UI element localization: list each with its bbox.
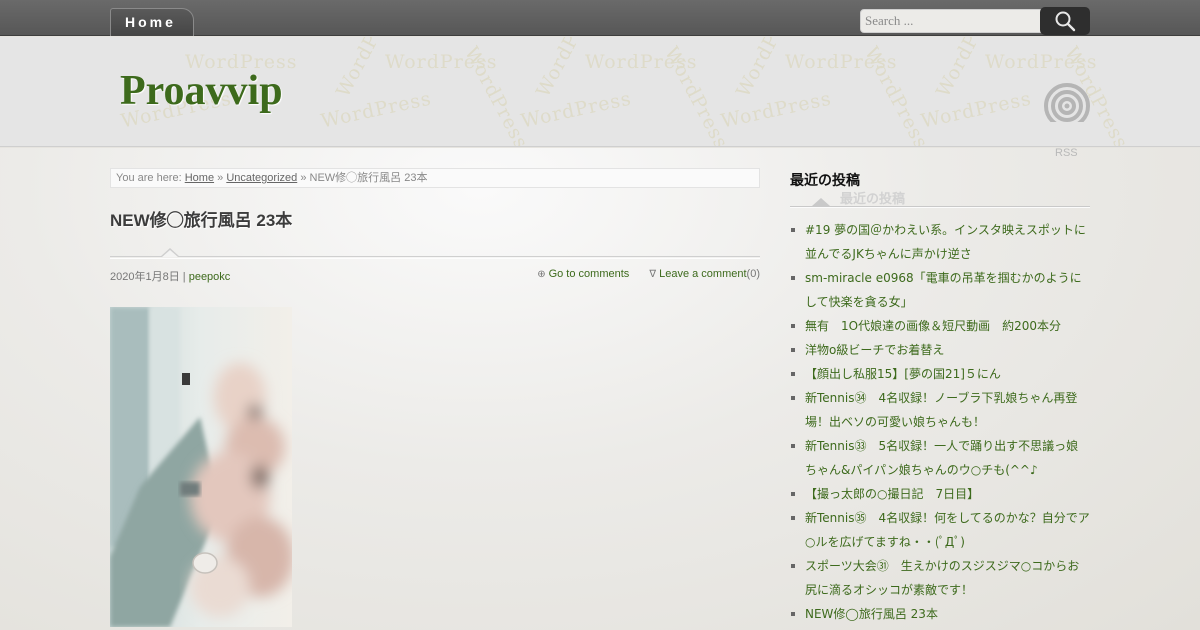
breadcrumb-current: NEW修◯旅行風呂 23本 xyxy=(309,172,428,184)
title-divider xyxy=(110,256,760,259)
recent-post-link[interactable]: 【顔出し私服15】[夢の国21]５にん xyxy=(790,362,1090,386)
rss-label[interactable]: RSS xyxy=(1055,147,1078,159)
watermark-text: WordPress xyxy=(518,87,634,133)
site-header: WordPress WordPress WordPress WordPress … xyxy=(0,37,1200,147)
search-input[interactable] xyxy=(860,9,1050,33)
breadcrumb-category-link[interactable]: Uncategorized xyxy=(226,172,297,184)
comment-count: (0) xyxy=(746,268,760,280)
search-button[interactable] xyxy=(1040,7,1090,35)
comments-arrow-icon: ⊕ xyxy=(537,269,546,280)
recent-post-link[interactable]: 新Tennis㉝ 5名収録！一人で踊り出す不思議っ娘ちゃん&パイパン娘ちゃんのウ… xyxy=(790,434,1090,482)
post-date: 2020年1月8日 xyxy=(110,271,180,283)
breadcrumb-prefix: You are here: xyxy=(116,172,182,184)
recent-post-link[interactable]: 新Tennis㉟ 4名収録！何をしてるのかな？自分でア○ルを広げてますね・・(ﾟ… xyxy=(790,506,1090,554)
top-nav-bar: Home xyxy=(0,0,1200,36)
recent-post-link[interactable]: 【撮っ太郎の○撮日記 7日目】 xyxy=(790,482,1090,506)
rss-icon[interactable] xyxy=(1040,82,1094,122)
breadcrumb: You are here: Home » Uncategorized » NEW… xyxy=(110,168,760,188)
post-title: NEW修◯旅行風呂 23本 xyxy=(110,211,293,230)
recent-post-link[interactable]: 洋物o級ビーチでお着替え xyxy=(790,338,1090,362)
breadcrumb-separator: » xyxy=(217,172,224,184)
post-meta: 2020年1月8日 | peepokc xyxy=(110,268,230,284)
recent-posts-list: #19 夢の国＠かわえい系。インスタ映えスポットに並んでるJKちゃんに声かけ逆さ… xyxy=(790,218,1090,626)
site-title[interactable]: Proavvip xyxy=(120,67,283,115)
sidebar-heading: 最近の投稿 xyxy=(790,173,860,189)
watermark-text: WordPress xyxy=(318,87,434,133)
leave-comment-icon: ∇ xyxy=(649,269,657,280)
leave-comment-link[interactable]: Leave a comment xyxy=(659,268,746,280)
search-icon xyxy=(1055,11,1076,32)
recent-post-link[interactable]: 新Tennis㉞ 4名収録！ノーブラ下乳娘ちゃん再登場！出ベソの可愛い娘ちゃんも… xyxy=(790,386,1090,434)
sidebar-divider xyxy=(790,206,1090,208)
sidebar-divider-notch xyxy=(812,198,830,206)
recent-post-link[interactable]: スポーツ大会㉛ 生えかけのスジスジマ○コからお尻に滴るオシッコが素敵です！ xyxy=(790,554,1090,602)
watermark-text: WordPress xyxy=(918,87,1034,133)
nav-home-tab[interactable]: Home xyxy=(110,8,194,36)
goto-comments-link[interactable]: Go to comments xyxy=(549,268,630,280)
post-thumbnail-image[interactable] xyxy=(110,307,292,627)
sidebar-heading-shadow: 最近の投稿 xyxy=(840,192,906,207)
post-author-link[interactable]: peepokc xyxy=(189,271,231,283)
recent-post-link[interactable]: sm-miracle e0968「電車の吊革を掴むかのようにして快楽を貪る女」 xyxy=(790,266,1090,314)
meta-separator: | xyxy=(182,271,186,283)
breadcrumb-home-link[interactable]: Home xyxy=(185,172,214,184)
recent-post-link[interactable]: 無有 1O代娘達の画像＆短尺動画 約200本分 xyxy=(790,314,1090,338)
post-comment-links: ⊕ Go to comments ∇ Leave a comment(0) xyxy=(537,268,760,280)
breadcrumb-separator: » xyxy=(300,172,307,184)
recent-post-link[interactable]: #19 夢の国＠かわえい系。インスタ映えスポットに並んでるJKちゃんに声かけ逆さ xyxy=(790,218,1090,266)
title-divider-notch-inner xyxy=(162,250,178,257)
recent-post-link[interactable]: NEW修◯旅行風呂 23本 xyxy=(790,602,1090,626)
watermark-text: WordPress xyxy=(718,87,834,133)
